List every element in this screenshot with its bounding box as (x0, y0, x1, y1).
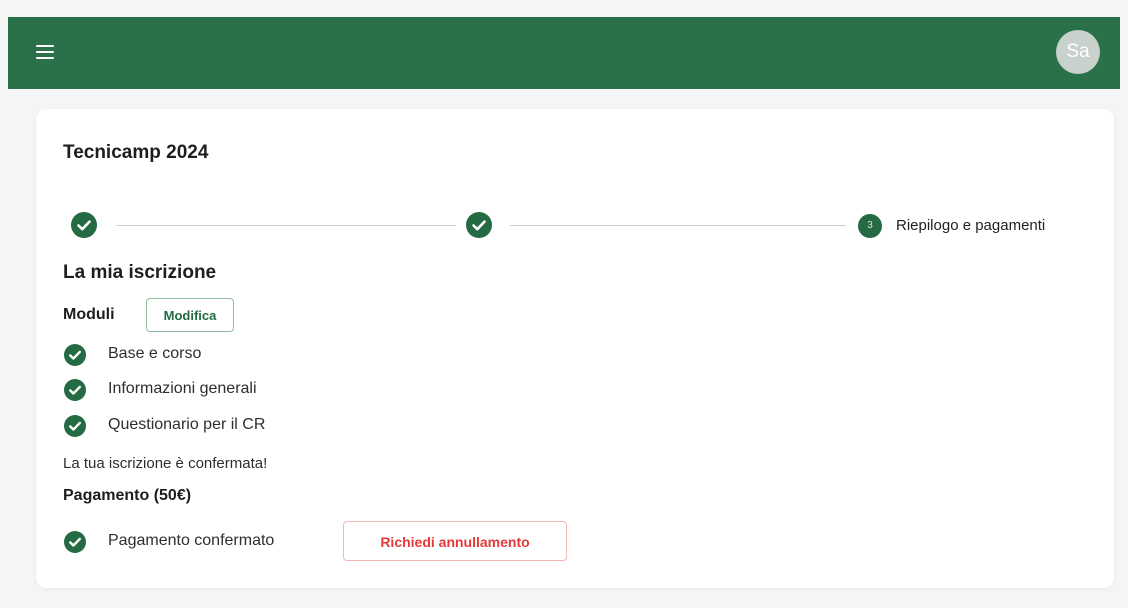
check-icon (472, 220, 486, 231)
section-title: La mia iscrizione (63, 262, 217, 283)
step-connector-2 (510, 225, 846, 226)
confirmation-text: La tua iscrizione è confermata! (63, 455, 268, 472)
registration-card: Tecnicamp 2024 3 Riepilogo e pagamenti L… (36, 109, 1114, 588)
payment-status-label: Pagamento confermato (108, 532, 275, 549)
request-cancellation-button[interactable]: Richiedi annullamento (343, 521, 567, 561)
page-title: Tecnicamp 2024 (63, 142, 209, 163)
app-bar: Sa (8, 17, 1120, 89)
step-2-done (466, 212, 492, 238)
check-circle-icon (64, 344, 86, 366)
modules-label: Moduli (63, 306, 115, 323)
edit-modules-button[interactable]: Modifica (146, 298, 234, 332)
step-3-number: 3 (858, 214, 882, 238)
module-item-label: Informazioni generali (108, 380, 257, 397)
payment-title: Pagamento (50€) (63, 487, 192, 504)
check-circle-icon (64, 379, 86, 401)
check-icon (77, 220, 91, 231)
hamburger-icon[interactable] (36, 44, 54, 60)
avatar[interactable]: Sa (1056, 30, 1100, 74)
step-connector-1 (116, 225, 456, 226)
top-strip (0, 0, 1128, 17)
step-3-label: Riepilogo e pagamenti (896, 217, 1046, 234)
check-circle-icon (64, 415, 86, 437)
module-item-label: Base e corso (108, 345, 202, 362)
step-1-done (71, 212, 97, 238)
check-circle-icon (64, 531, 86, 553)
module-item-label: Questionario per il CR (108, 416, 266, 433)
